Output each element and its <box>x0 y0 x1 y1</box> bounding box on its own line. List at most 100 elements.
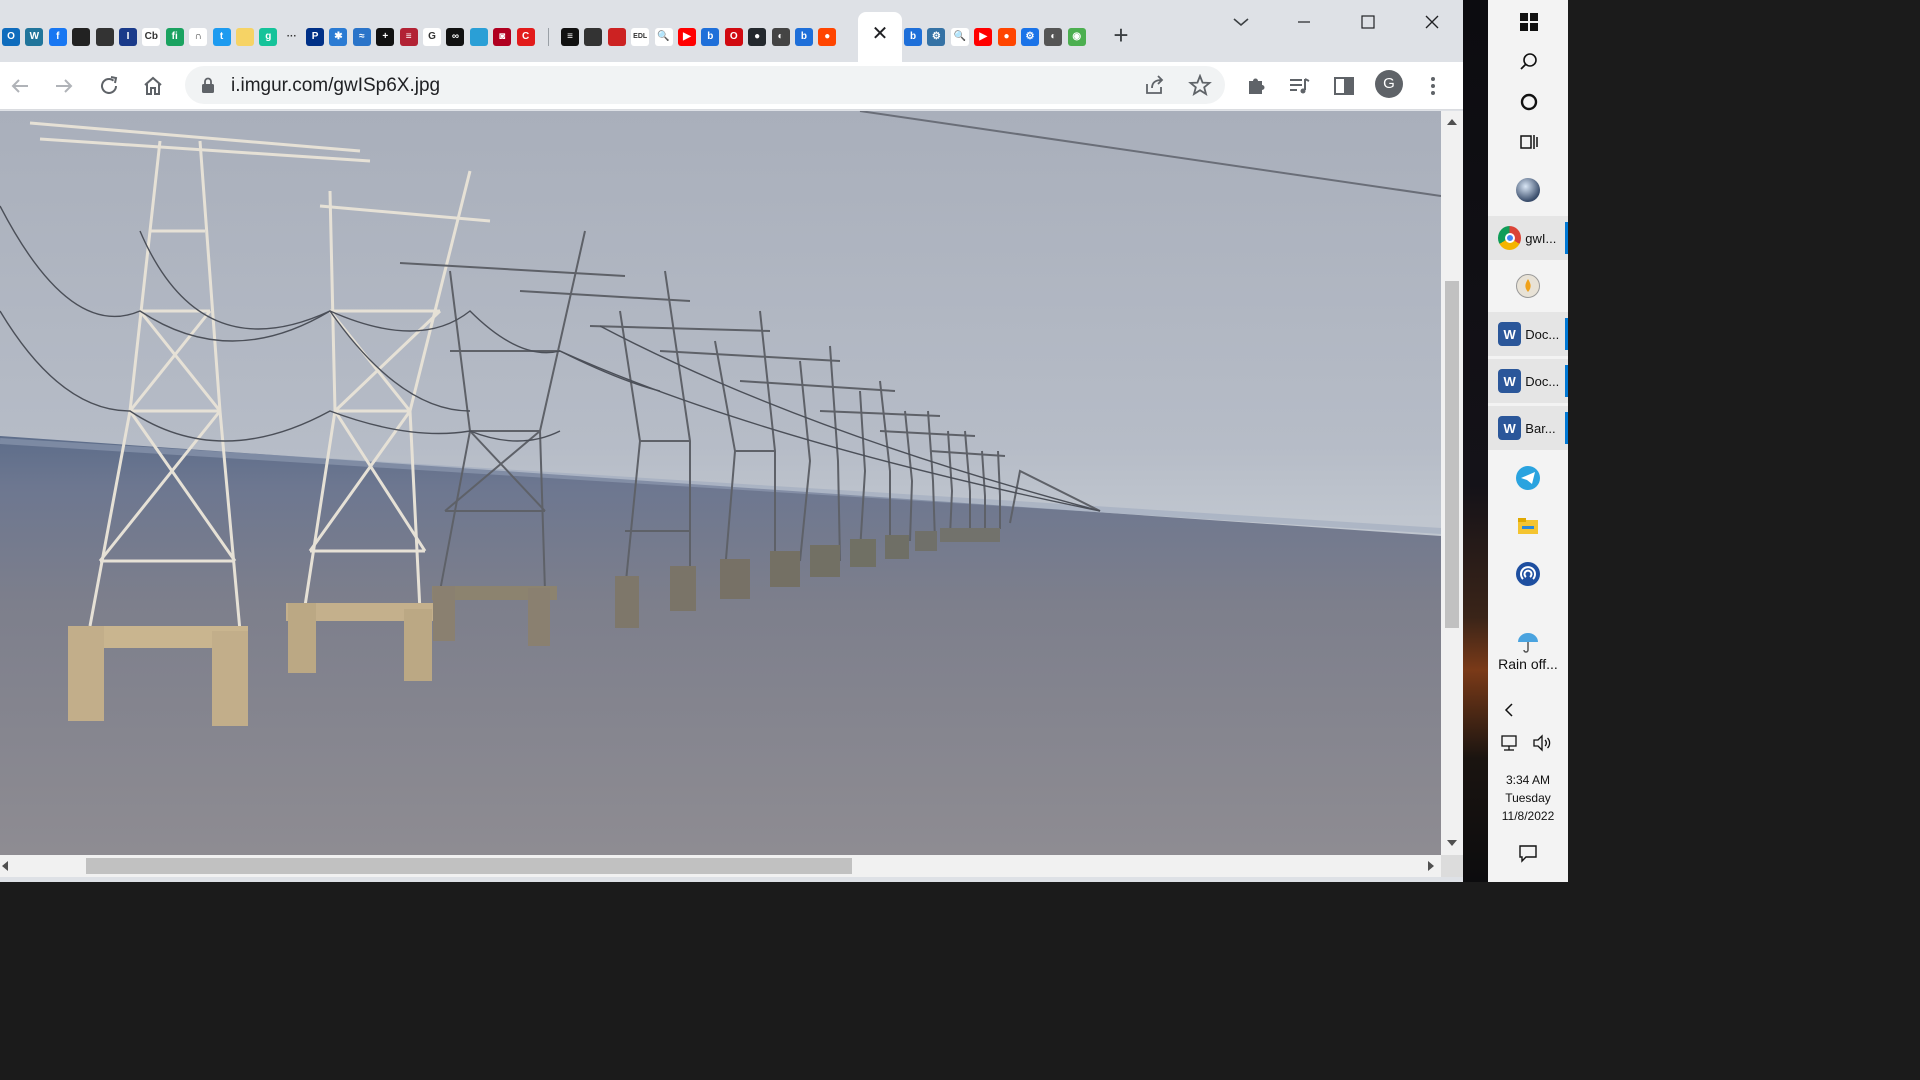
volume-button[interactable] <box>1532 733 1554 753</box>
pinned-tab-youtube-icon[interactable]: ▶ <box>677 28 696 46</box>
taskbar-app-chrome[interactable]: gwI... <box>1488 216 1568 260</box>
pinned-tab-bing-icon[interactable]: b <box>904 28 922 46</box>
search-icon <box>1517 50 1541 74</box>
pinned-tab-wordpress-icon[interactable]: W <box>25 28 44 46</box>
pinned-tab-c-icon[interactable]: C <box>516 28 535 46</box>
pinned-tab-camera-icon[interactable]: ◙ <box>493 28 512 46</box>
address-bar[interactable]: i.imgur.com/gwISp6X.jpg <box>185 66 1225 104</box>
pinned-tab-github-icon[interactable]: ● <box>748 28 767 46</box>
desktop-wallpaper-strip <box>1463 0 1488 882</box>
url-text[interactable]: i.imgur.com/gwISp6X.jpg <box>231 75 440 97</box>
pinned-tab-twitter-icon[interactable]: t <box>212 28 231 46</box>
close-window-button[interactable] <box>1412 8 1452 36</box>
taskbar-app-podcast[interactable] <box>1488 552 1568 596</box>
pinned-tab-compass-icon[interactable]: ✱ <box>329 28 348 46</box>
pinned-tab-mask-icon[interactable]: ∞ <box>446 28 465 46</box>
taskbar-app-word-1[interactable]: W Doc... <box>1488 312 1568 356</box>
pinned-tab-dots-icon[interactable]: ··· <box>282 28 301 46</box>
action-center-button[interactable] <box>1517 842 1539 864</box>
pinned-tab-library-icon[interactable]: I <box>118 28 137 46</box>
pinned-tab-app-icon[interactable]: ≈ <box>352 28 371 46</box>
taskbar-app-explorer[interactable] <box>1488 504 1568 548</box>
system-clock[interactable]: 3:34 AM Tuesday 11/8/2022 <box>1488 771 1568 825</box>
pinned-tab-plus-icon[interactable]: + <box>376 28 395 46</box>
scroll-left-arrow-icon[interactable] <box>0 860 10 872</box>
profile-avatar[interactable]: G <box>1375 70 1403 98</box>
back-button[interactable] <box>4 70 36 102</box>
pinned-tab-python-icon[interactable]: ⚙ <box>927 28 946 46</box>
new-tab-button[interactable]: + <box>1108 22 1134 48</box>
pinned-tab-edl-icon[interactable]: EDL <box>631 28 650 46</box>
horizontal-scroll-thumb[interactable] <box>86 858 852 874</box>
pinned-tab-google-icon[interactable]: G <box>423 28 442 46</box>
side-panel-button[interactable] <box>1328 70 1360 102</box>
pinned-tab-outlook-icon[interactable]: O <box>2 28 20 46</box>
pinned-tab-globe-icon[interactable]: ◐ <box>771 28 790 46</box>
pinned-tab-youtube-icon[interactable]: ▶ <box>974 28 993 46</box>
chrome-window: O Wf I Cb fi ∩ t g ··· P ✱ ≈ + ≡ G ∞ ◙ C ≡ EDL 🔍 ▶ b O ● ◐ b ● ✕ b ⚙… <box>0 0 1463 882</box>
pinned-tab-fh-icon[interactable]: fi <box>165 28 184 46</box>
pinned-tab-photo-icon[interactable] <box>72 28 91 46</box>
taskbar-app-word-3[interactable]: W Bar... <box>1488 406 1568 450</box>
windows-icon <box>1517 10 1541 34</box>
vertical-scrollbar[interactable] <box>1441 111 1463 855</box>
taskbar-app-label: Doc... <box>1525 373 1560 389</box>
pinned-tab-grammarly-icon[interactable]: g <box>259 28 278 46</box>
vertical-scroll-thumb[interactable] <box>1445 281 1459 628</box>
scroll-right-arrow-icon[interactable] <box>1426 860 1436 872</box>
taskbar-app-word-2[interactable]: W Doc... <box>1488 359 1568 403</box>
pinned-tab-paypal-icon[interactable]: P <box>306 28 325 46</box>
pinned-tab-news-icon[interactable]: ≡ <box>560 28 579 46</box>
pinned-tab-flag-icon[interactable] <box>607 28 626 46</box>
taskbar-app-candle[interactable] <box>1488 264 1568 308</box>
pinned-tab-settings-icon[interactable]: ⚙ <box>1020 28 1039 46</box>
cortana-button[interactable] <box>1488 80 1568 124</box>
pinned-tab-photo-icon[interactable] <box>584 28 603 46</box>
search-button[interactable] <box>1488 40 1568 84</box>
pinned-tab-book-icon[interactable] <box>469 28 488 46</box>
scroll-up-arrow-icon[interactable] <box>1446 117 1458 127</box>
pinned-tab-chrome-icon[interactable]: ◉ <box>1067 28 1086 46</box>
pinned-tab-cb-icon[interactable]: Cb <box>142 28 161 46</box>
pinned-tab-opera-icon[interactable]: O <box>724 28 743 46</box>
extensions-button[interactable] <box>1240 70 1272 102</box>
telegram-icon <box>1516 466 1540 490</box>
pinned-tab-reddit-icon[interactable]: ● <box>997 28 1016 46</box>
home-button[interactable] <box>137 70 169 102</box>
bookmark-star-icon[interactable] <box>1188 74 1212 96</box>
tab-search-button[interactable] <box>1228 8 1254 36</box>
pinned-tab-facebook-icon[interactable]: f <box>48 28 67 46</box>
weather-widget[interactable]: Rain off... <box>1488 628 1568 678</box>
share-icon[interactable] <box>1143 74 1167 96</box>
active-tab[interactable]: ✕ <box>858 12 902 62</box>
pinned-tab-bulb-icon[interactable] <box>235 28 254 46</box>
scroll-down-arrow-icon[interactable] <box>1446 838 1458 848</box>
close-tab-icon[interactable]: ✕ <box>870 23 890 45</box>
home-icon <box>144 76 162 95</box>
taskbar-app-telegram[interactable] <box>1488 456 1568 500</box>
pinned-tab-search-icon[interactable]: 🔍 <box>950 28 969 46</box>
forward-button[interactable] <box>48 70 80 102</box>
network-button[interactable] <box>1500 733 1520 753</box>
pinned-tabs-group-1: O Wf I Cb fi ∩ t g ··· P ✱ ≈ + ≡ G ∞ ◙ C ≡ EDL 🔍 ▶ b O ● ◐ b ● <box>2 24 842 50</box>
network-icon <box>1501 735 1517 751</box>
pinned-tab-reddit-icon[interactable]: ● <box>818 28 837 46</box>
reload-button[interactable] <box>93 70 125 102</box>
minimize-button[interactable] <box>1284 8 1324 36</box>
task-view-button[interactable] <box>1488 120 1568 164</box>
media-controls-button[interactable] <box>1283 70 1315 102</box>
pinned-tab-bing-icon[interactable]: b <box>701 28 720 46</box>
maximize-button[interactable] <box>1348 8 1388 36</box>
taskbar-app-globe[interactable] <box>1488 168 1568 212</box>
pinned-tab-bing-icon[interactable]: b <box>794 28 813 46</box>
pinned-tab-ssa-icon[interactable]: ≡ <box>399 28 418 46</box>
pinned-tab-globe-icon[interactable]: ◐ <box>1044 28 1063 46</box>
menu-button[interactable] <box>1417 70 1449 102</box>
start-button[interactable] <box>1488 0 1568 44</box>
pinned-tab-search-icon[interactable]: 🔍 <box>654 28 673 46</box>
pinned-tab-photo-icon[interactable] <box>95 28 114 46</box>
horizontal-scrollbar[interactable] <box>0 855 1441 877</box>
show-hidden-icons-button[interactable] <box>1500 700 1520 720</box>
globe-icon <box>1516 178 1540 202</box>
pinned-tab-tool-icon[interactable]: ∩ <box>189 28 208 46</box>
